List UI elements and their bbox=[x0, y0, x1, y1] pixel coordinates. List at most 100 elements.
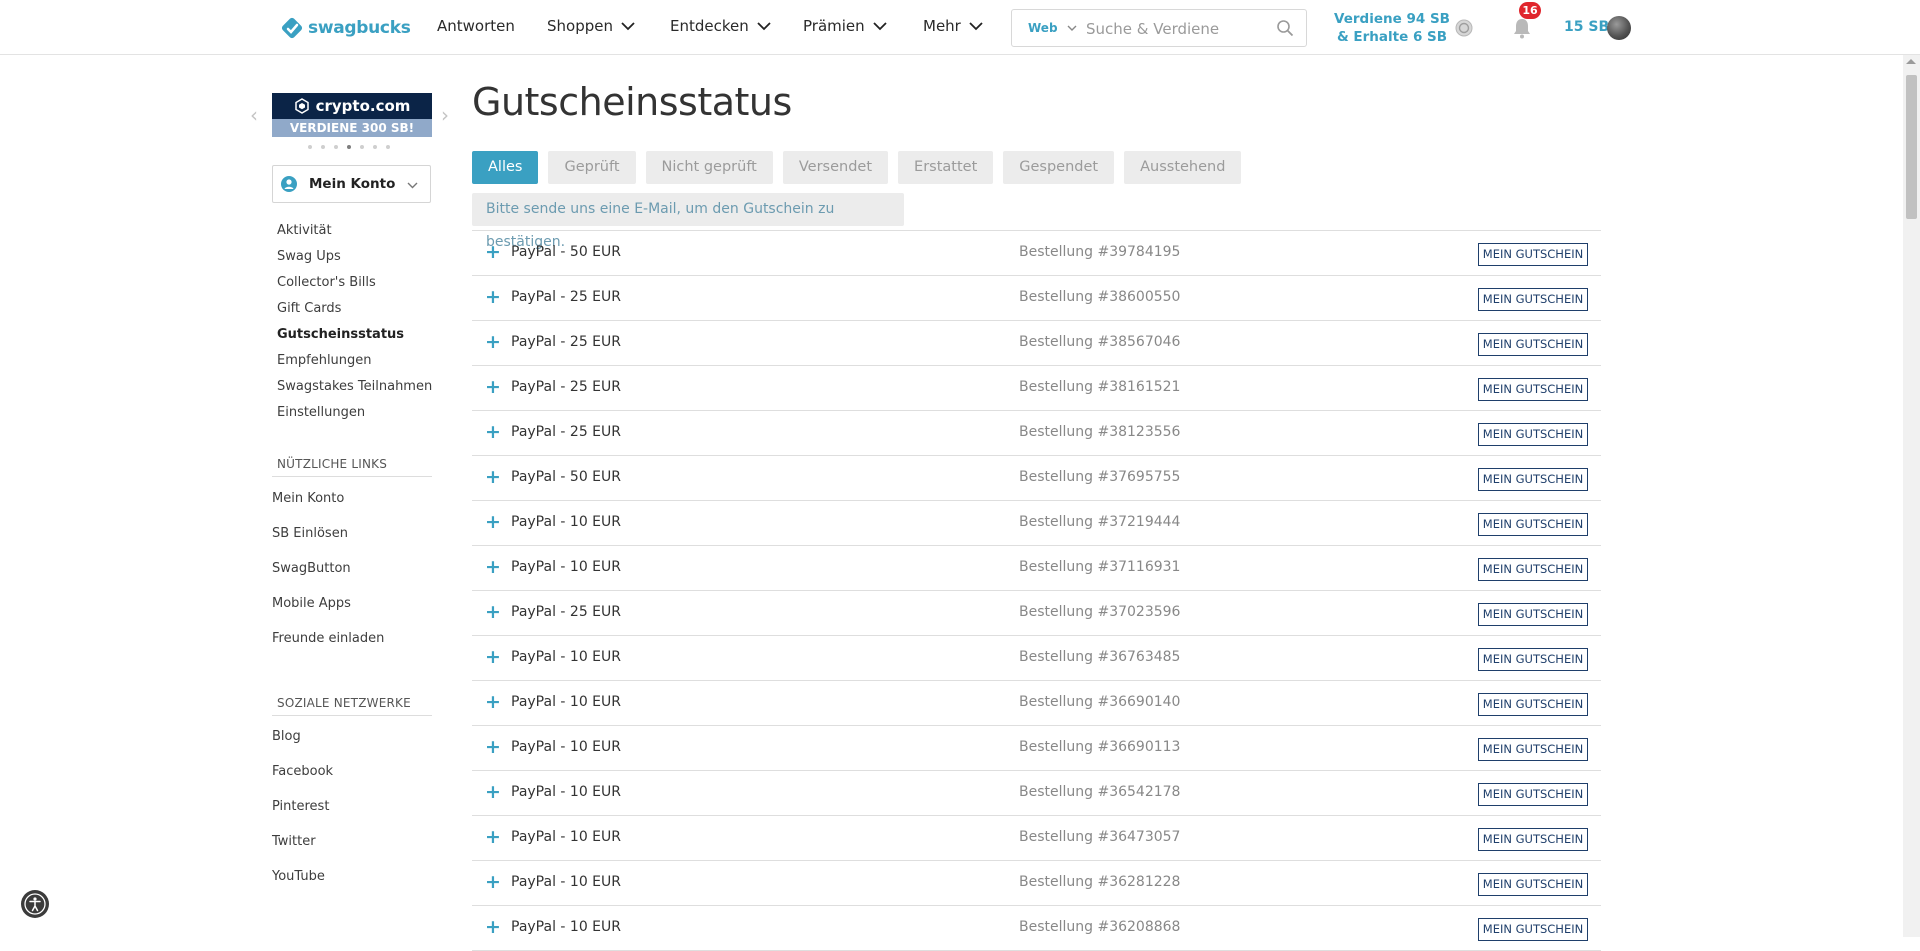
plus-icon[interactable]: + bbox=[485, 287, 501, 307]
promo-brand-bar: crypto.com bbox=[272, 93, 432, 119]
tab-versendet[interactable]: Versendet bbox=[782, 151, 889, 184]
order-row: + PayPal - 10 EUR Bestellung #36763485 MEIN… bbox=[472, 636, 1601, 681]
tab-nicht-geprueft[interactable]: Nicht geprüft bbox=[645, 151, 773, 184]
carousel-dot[interactable] bbox=[360, 145, 364, 149]
my-voucher-button[interactable]: MEIN GUTSCHEIN bbox=[1478, 468, 1588, 491]
sidebar-item-gutscheinsstatus[interactable]: Gutscheinsstatus bbox=[277, 327, 404, 342]
search-icon[interactable] bbox=[1276, 19, 1294, 37]
tab-ausstehend[interactable]: Ausstehend bbox=[1124, 151, 1242, 184]
nav-label: Entdecken bbox=[670, 17, 749, 35]
tab-geprueft[interactable]: Geprüft bbox=[548, 151, 636, 184]
my-voucher-button[interactable]: MEIN GUTSCHEIN bbox=[1478, 288, 1588, 311]
my-voucher-button[interactable]: MEIN GUTSCHEIN bbox=[1478, 918, 1588, 941]
useful-link-mobile-apps[interactable]: Mobile Apps bbox=[272, 596, 351, 611]
order-number: Bestellung #36763485 bbox=[1019, 649, 1181, 665]
my-voucher-button[interactable]: MEIN GUTSCHEIN bbox=[1478, 513, 1588, 536]
top-header: swagbucks Antworten Shoppen Entdecken Pr… bbox=[0, 0, 1920, 55]
social-link-blog[interactable]: Blog bbox=[272, 729, 301, 744]
useful-link-mein-konto[interactable]: Mein Konto bbox=[272, 491, 344, 506]
promo-banner[interactable]: crypto.com VERDIENE 300 SB! bbox=[272, 93, 432, 137]
plus-icon[interactable]: + bbox=[485, 692, 501, 712]
plus-icon[interactable]: + bbox=[485, 377, 501, 397]
account-dropdown[interactable]: Mein Konto bbox=[272, 165, 431, 203]
useful-link-sb-einloesen[interactable]: SB Einlösen bbox=[272, 526, 348, 541]
carousel-prev-arrow[interactable]: ‹ bbox=[250, 103, 258, 127]
plus-icon[interactable]: + bbox=[485, 647, 501, 667]
social-link-youtube[interactable]: YouTube bbox=[272, 869, 325, 884]
nav-label: Antworten bbox=[437, 17, 515, 35]
plus-icon[interactable]: + bbox=[485, 512, 501, 532]
chevron-down-icon[interactable] bbox=[1067, 25, 1077, 32]
my-voucher-button[interactable]: MEIN GUTSCHEIN bbox=[1478, 738, 1588, 761]
my-voucher-button[interactable]: MEIN GUTSCHEIN bbox=[1478, 603, 1588, 626]
sidebar-item-collectors-bills[interactable]: Collector's Bills bbox=[277, 275, 376, 290]
my-voucher-button[interactable]: MEIN GUTSCHEIN bbox=[1478, 423, 1588, 446]
sb-balance[interactable]: 15 SB bbox=[1564, 19, 1609, 35]
carousel-dot[interactable] bbox=[386, 145, 390, 149]
plus-icon[interactable]: + bbox=[485, 782, 501, 802]
my-voucher-button[interactable]: MEIN GUTSCHEIN bbox=[1478, 873, 1588, 896]
nav-antworten[interactable]: Antworten bbox=[437, 17, 515, 35]
my-voucher-button[interactable]: MEIN GUTSCHEIN bbox=[1478, 648, 1588, 671]
my-voucher-button[interactable]: MEIN GUTSCHEIN bbox=[1478, 558, 1588, 581]
nav-label: Shoppen bbox=[547, 17, 613, 35]
social-link-facebook[interactable]: Facebook bbox=[272, 764, 333, 779]
bell-icon[interactable] bbox=[1512, 17, 1532, 39]
order-item-name: PayPal - 10 EUR bbox=[511, 694, 621, 710]
carousel-dot[interactable] bbox=[373, 145, 377, 149]
sidebar-item-swag-ups[interactable]: Swag Ups bbox=[277, 249, 341, 264]
sidebar-item-gift-cards[interactable]: Gift Cards bbox=[277, 301, 341, 316]
my-voucher-button[interactable]: MEIN GUTSCHEIN bbox=[1478, 243, 1588, 266]
my-voucher-button[interactable]: MEIN GUTSCHEIN bbox=[1478, 378, 1588, 401]
tab-alles[interactable]: Alles bbox=[472, 151, 539, 184]
tab-erstattet[interactable]: Erstattet bbox=[898, 151, 994, 184]
nav-entdecken[interactable]: Entdecken bbox=[670, 17, 771, 35]
plus-icon[interactable]: + bbox=[485, 422, 501, 442]
tab-gespendet[interactable]: Gespendet bbox=[1003, 151, 1115, 184]
plus-icon[interactable]: + bbox=[485, 917, 501, 937]
plus-icon[interactable]: + bbox=[485, 737, 501, 757]
sidebar-item-empfehlungen[interactable]: Empfehlungen bbox=[277, 353, 372, 368]
plus-icon[interactable]: + bbox=[485, 557, 501, 577]
my-voucher-button[interactable]: MEIN GUTSCHEIN bbox=[1478, 693, 1588, 716]
avatar[interactable] bbox=[1607, 16, 1631, 40]
nav-mehr[interactable]: Mehr bbox=[923, 17, 983, 35]
search-scope-select[interactable]: Web bbox=[1028, 21, 1058, 35]
carousel-dot[interactable] bbox=[321, 145, 325, 149]
swagbucks-logo[interactable]: swagbucks bbox=[278, 14, 411, 42]
swagbucks-coin-icon[interactable] bbox=[1455, 19, 1473, 37]
order-item-name: PayPal - 10 EUR bbox=[511, 514, 621, 530]
sidebar-item-einstellungen[interactable]: Einstellungen bbox=[277, 405, 365, 420]
nav-label: Mehr bbox=[923, 17, 961, 35]
search-input[interactable] bbox=[1084, 17, 1273, 41]
order-row: + PayPal - 10 EUR Bestellung #37219444 MEIN… bbox=[472, 501, 1601, 546]
plus-icon[interactable]: + bbox=[485, 872, 501, 892]
carousel-next-arrow[interactable]: › bbox=[441, 103, 449, 127]
plus-icon[interactable]: + bbox=[485, 602, 501, 622]
social-link-twitter[interactable]: Twitter bbox=[272, 834, 316, 849]
my-voucher-button[interactable]: MEIN GUTSCHEIN bbox=[1478, 783, 1588, 806]
useful-link-swagbutton[interactable]: SwagButton bbox=[272, 561, 351, 576]
accessibility-button[interactable] bbox=[21, 890, 49, 918]
daily-goal-link[interactable]: Verdiene 94 SB & Erhalte 6 SB bbox=[1332, 10, 1452, 46]
plus-icon[interactable]: + bbox=[485, 827, 501, 847]
useful-link-freunde-einladen[interactable]: Freunde einladen bbox=[272, 631, 384, 646]
plus-icon[interactable]: + bbox=[485, 242, 501, 262]
plus-icon[interactable]: + bbox=[485, 467, 501, 487]
sidebar-item-aktivitaet[interactable]: Aktivität bbox=[277, 223, 332, 238]
scroll-up-arrow-icon[interactable] bbox=[1906, 59, 1916, 64]
plus-icon[interactable]: + bbox=[485, 332, 501, 352]
my-voucher-button[interactable]: MEIN GUTSCHEIN bbox=[1478, 828, 1588, 851]
daily-goal-earn: Verdiene 94 SB bbox=[1334, 11, 1450, 27]
my-voucher-button[interactable]: MEIN GUTSCHEIN bbox=[1478, 333, 1588, 356]
scrollbar-thumb[interactable] bbox=[1906, 75, 1917, 219]
nav-shoppen[interactable]: Shoppen bbox=[547, 17, 635, 35]
order-number: Bestellung #36208868 bbox=[1019, 919, 1181, 935]
sidebar-item-swagstakes[interactable]: Swagstakes Teilnahmen bbox=[277, 379, 432, 394]
carousel-dot-active[interactable] bbox=[347, 145, 351, 149]
nav-praemien[interactable]: Prämien bbox=[803, 17, 887, 35]
carousel-dot[interactable] bbox=[308, 145, 312, 149]
order-row: + PayPal - 10 EUR Bestellung #36208868 MEIN… bbox=[472, 906, 1601, 951]
carousel-dot[interactable] bbox=[334, 145, 338, 149]
social-link-pinterest[interactable]: Pinterest bbox=[272, 799, 329, 814]
